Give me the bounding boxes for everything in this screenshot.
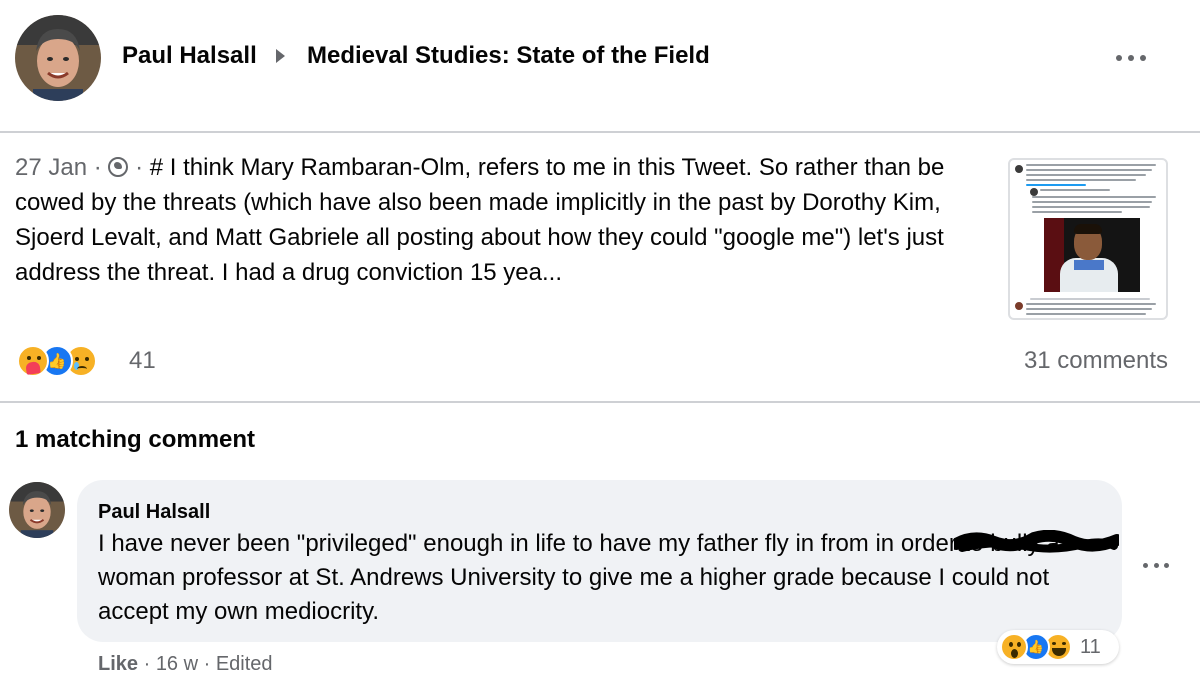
frown [77, 366, 87, 372]
tweet-line [1040, 189, 1110, 191]
video-hair [1074, 224, 1102, 234]
mouth [1011, 649, 1018, 658]
eye [27, 356, 31, 360]
redaction-scribble [954, 530, 1119, 553]
thumbs-up-icon: 👍 [47, 352, 67, 370]
tweet-line [1026, 318, 1150, 320]
post-date[interactable]: 27 Jan [15, 154, 87, 181]
post-text: # I think Mary Rambaran-Olm, refers to m… [15, 154, 945, 286]
meta-separator: · [93, 154, 102, 181]
tweet-line [1026, 174, 1146, 176]
eye [1052, 642, 1056, 645]
eye [37, 356, 41, 360]
divider [0, 131, 1200, 133]
comment-author-name[interactable]: Paul Halsall [98, 501, 210, 524]
thumbs-up-icon: 👍 [1027, 639, 1045, 655]
action-separator: · [143, 653, 156, 675]
caret-right-icon [276, 49, 285, 63]
more-dot [1164, 562, 1169, 568]
post-header: Paul Halsall Medieval Studies: State of … [0, 0, 1200, 120]
tweet-line [1026, 313, 1146, 315]
author-avatar[interactable] [15, 15, 101, 101]
more-dot [1128, 55, 1134, 61]
tweet-avatar [1015, 302, 1023, 310]
comment-reactions[interactable]: 👍 11 [997, 630, 1119, 664]
tweet-line [1026, 179, 1136, 181]
meta-separator: · [135, 154, 144, 181]
tweet-line [1030, 298, 1150, 300]
eye [1062, 642, 1066, 645]
care-reaction-icon [17, 345, 49, 377]
tweet-line [1026, 303, 1156, 305]
tweet-avatar [1015, 165, 1023, 173]
eye [75, 357, 79, 361]
comment-time[interactable]: 16 w [156, 653, 198, 675]
more-dot [1153, 562, 1159, 568]
more-dots-icon [1143, 562, 1148, 568]
comment-actions: Like · 16 w · Edited [98, 653, 273, 676]
comment-like-button[interactable]: Like [98, 653, 138, 675]
post-author-name[interactable]: Paul Halsall [122, 42, 257, 70]
more-dots-icon [1116, 55, 1122, 61]
tweet-avatar [1030, 188, 1038, 196]
group-name[interactable]: Medieval Studies: State of the Field [307, 42, 710, 70]
tweet-video-thumbnail [1044, 218, 1140, 292]
eye [85, 357, 89, 361]
tweet-line [1026, 308, 1152, 310]
globe-icon[interactable] [108, 157, 129, 177]
heart [25, 361, 41, 375]
action-separator: · [203, 653, 216, 675]
tweet-line [1026, 169, 1152, 171]
tweet-line [1032, 211, 1122, 213]
commenter-avatar[interactable] [9, 482, 65, 538]
post-body: 27 Jan · · # I think Mary Rambaran-Olm, … [15, 150, 975, 290]
comment-edited-label[interactable]: Edited [216, 653, 273, 675]
comment-more-options-button[interactable] [1141, 559, 1171, 571]
tweet-screenshot-thumbnail[interactable] [1008, 158, 1168, 320]
reaction-count[interactable]: 41 [129, 347, 156, 375]
divider [0, 401, 1200, 403]
tweet-line [1032, 206, 1150, 208]
comment-count[interactable]: 31 comments [1024, 347, 1168, 375]
tweet-line [1032, 201, 1152, 203]
tweet-line [1026, 164, 1156, 166]
matching-comment-heading: 1 matching comment [15, 426, 256, 453]
more-options-button[interactable] [1113, 48, 1149, 68]
comment-reaction-count: 11 [1080, 635, 1101, 658]
tweet-line [1032, 196, 1156, 198]
eye [1009, 642, 1013, 647]
eye [1017, 642, 1021, 647]
post-reactions[interactable]: 👍 [17, 344, 97, 378]
wow-reaction-icon [1000, 633, 1028, 661]
more-dot [1140, 55, 1146, 61]
video-scarf [1074, 260, 1104, 270]
tweet-line [1026, 184, 1086, 186]
mouth [1052, 648, 1066, 656]
